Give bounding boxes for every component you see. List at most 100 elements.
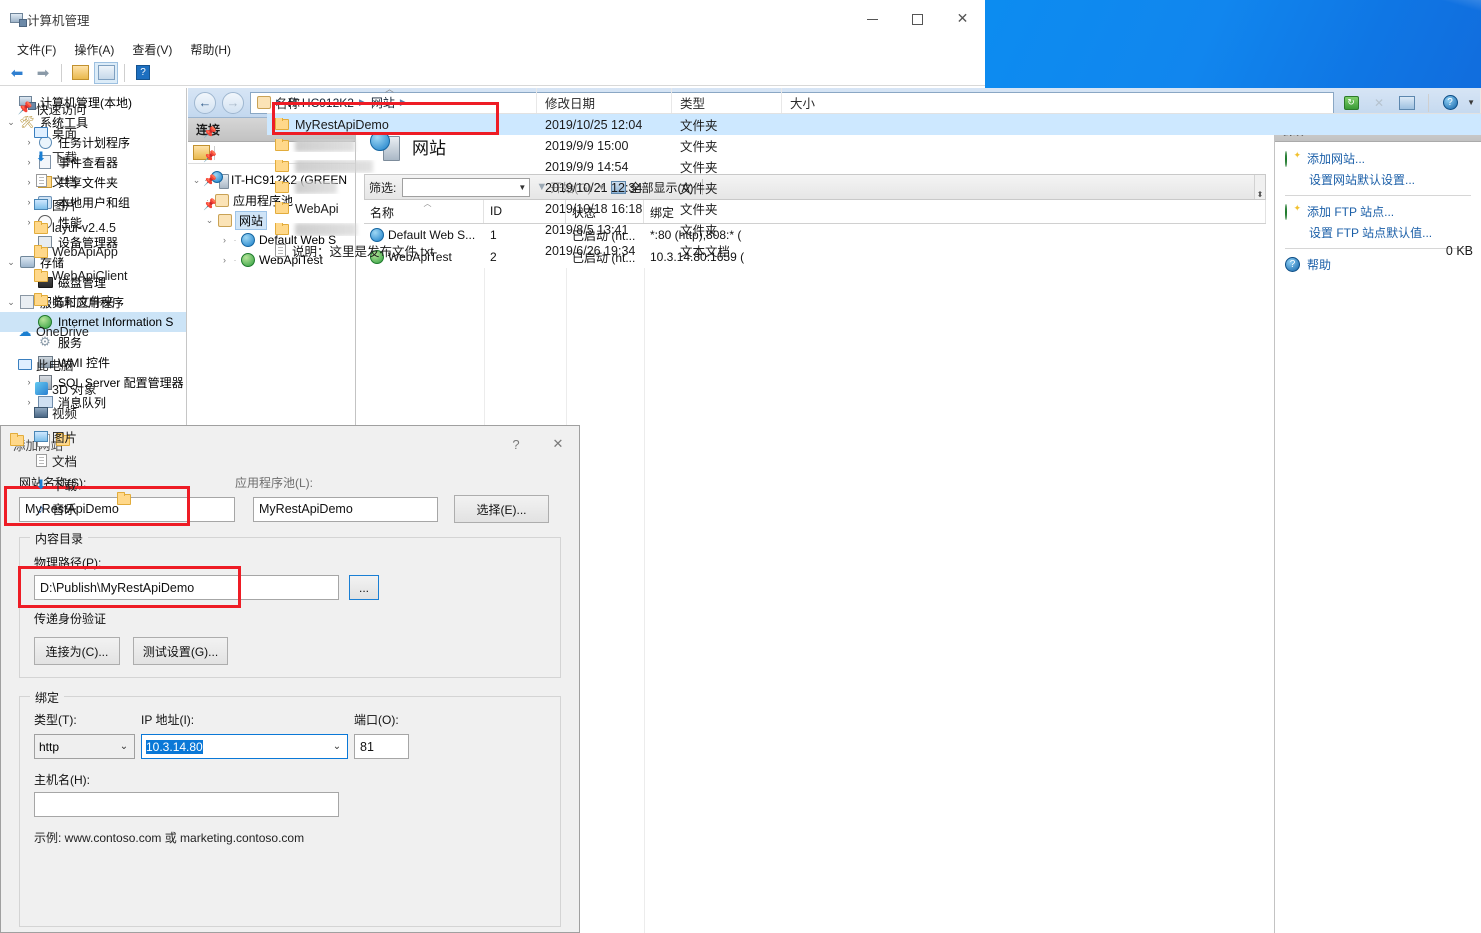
table-row[interactable]: MyRestApiDemo 2019/10/25 12:04 文件夹	[267, 102, 1481, 135]
column-header-date[interactable]: 修改日期	[537, 88, 672, 113]
file-list-header: ︿ 名称 修改日期 类型 大小	[267, 84, 1481, 114]
help-button[interactable]: ?	[131, 62, 155, 84]
column-header-size[interactable]: 大小	[782, 88, 1481, 113]
nav-item-label: 文档	[52, 454, 78, 469]
minimize-icon	[867, 18, 878, 20]
show-hide-console-tree-button[interactable]	[94, 61, 118, 84]
nav-item-label: 临时文件夹	[52, 294, 115, 309]
nav-item-label: 下载	[52, 150, 78, 165]
column-header-type[interactable]: 类型	[672, 88, 782, 113]
pin-icon[interactable]: 📌	[203, 174, 217, 187]
column-header-label: 修改日期	[545, 97, 596, 111]
music-icon: ♪	[37, 500, 45, 516]
sort-ascending-icon: ︿	[385, 84, 395, 94]
nav-item-documents[interactable]: 文档 📌	[0, 168, 267, 192]
table-row[interactable]: 2019/9/9 14:54 文件夹	[267, 156, 1481, 177]
file-name: MyRestApiDemo	[295, 117, 389, 132]
menu-bar: 文件(F) 操作(A) 查看(V) 帮助(H)	[0, 38, 985, 60]
table-row[interactable]: 2019/8/5 13:41 文件夹	[267, 219, 1481, 240]
menu-view[interactable]: 查看(V)	[123, 39, 181, 60]
folder-icon	[275, 223, 289, 235]
nav-item-temp-folder[interactable]: 临时文件夹	[0, 288, 267, 312]
nav-item-3d-objects[interactable]: 3D 对象	[0, 376, 267, 400]
nav-item-layui[interactable]: layui-v2.4.5	[0, 216, 267, 240]
close-button[interactable]: ✕	[940, 0, 985, 38]
3d-objects-icon	[30, 381, 52, 395]
nav-item-downloads-pc[interactable]: ⬇ 下载	[0, 472, 267, 496]
quick-access-icon: 📌	[17, 101, 33, 115]
nav-item-label: layui-v2.4.5	[52, 221, 116, 235]
nav-item-label: 下载	[52, 478, 78, 493]
back-arrow-icon: ⬅	[10, 64, 24, 82]
folder-icon	[275, 181, 289, 193]
folder-icon	[30, 220, 52, 234]
menu-help[interactable]: 帮助(H)	[181, 39, 240, 60]
nav-item-downloads[interactable]: ⬇ 下载 📌	[0, 144, 267, 168]
menu-file[interactable]: 文件(F)	[8, 39, 65, 60]
redacted-file-name	[295, 181, 337, 194]
pin-icon[interactable]: 📌	[203, 198, 217, 211]
nav-item-pictures-pc[interactable]: 图片	[0, 424, 267, 448]
maximize-icon	[912, 13, 923, 25]
maximize-button[interactable]	[895, 0, 940, 38]
close-icon: ✕	[956, 11, 969, 27]
window-title: 计算机管理	[27, 13, 90, 28]
redacted-file-name	[295, 160, 373, 173]
computer-management-icon	[10, 12, 27, 27]
forward-arrow-icon: ➡	[36, 64, 50, 82]
nav-item-webapiclient[interactable]: WebApiClient	[0, 264, 267, 288]
file-name: 说明：这里是发布文件.txt	[292, 245, 434, 259]
pin-icon[interactable]: 📌	[203, 150, 217, 163]
minimize-button[interactable]	[850, 0, 895, 38]
folder-icon	[30, 268, 52, 282]
videos-icon	[30, 406, 52, 418]
nav-item-label: WebApiApp	[52, 245, 118, 259]
column-header-label: 类型	[680, 97, 706, 111]
computer-management-toolbar: ⬅ ➡ ?	[0, 60, 985, 86]
console-tree-icon	[97, 65, 115, 80]
table-row[interactable]: 说明：这里是发布文件.txt 2019/6/26 19:34 文本文档 0 KB	[267, 240, 1481, 261]
nav-item-onedrive[interactable]: ☁ OneDrive	[0, 320, 267, 344]
nav-item-webapiapp[interactable]: WebApiApp	[0, 240, 267, 264]
file-type: 文件夹	[680, 182, 718, 196]
this-pc-icon	[14, 358, 36, 370]
table-row[interactable]: WebApi 2019/10/18 16:18 文件夹	[267, 198, 1481, 219]
table-row[interactable]: 2019/9/9 15:00 文件夹	[267, 135, 1481, 156]
nav-item-desktop[interactable]: 桌面 📌	[0, 120, 267, 144]
nav-item-label: 3D 对象	[52, 382, 97, 397]
column-header-label: 名称	[275, 97, 301, 111]
nav-item-music[interactable]: ♪ 音乐	[0, 496, 267, 520]
nav-item-quick-access[interactable]: 📌 快速访问	[0, 96, 267, 120]
menu-action[interactable]: 操作(A)	[65, 39, 123, 60]
back-button[interactable]: ⬅	[5, 62, 29, 84]
forward-button[interactable]: ➡	[31, 62, 55, 84]
nav-item-label: 音乐	[52, 502, 78, 517]
file-name: WebApi	[295, 201, 339, 216]
file-date: 2019/8/5 13:41	[545, 222, 629, 237]
file-date: 2019/9/9 15:00	[545, 138, 629, 153]
pictures-icon	[30, 198, 52, 210]
toolbar-separator	[61, 63, 62, 82]
nav-item-documents-pc[interactable]: 文档	[0, 448, 267, 472]
properties-button[interactable]	[68, 62, 92, 84]
nav-item-pictures[interactable]: 图片 📌	[0, 192, 267, 216]
nav-item-videos[interactable]: 视频	[0, 400, 267, 424]
nav-item-label: OneDrive	[36, 325, 89, 339]
file-type: 文件夹	[680, 140, 718, 154]
text-file-icon	[275, 244, 286, 257]
nav-item-this-pc[interactable]: 此电脑	[0, 352, 267, 376]
nav-item-label: 图片	[52, 430, 78, 445]
folder-icon	[275, 117, 289, 130]
file-type: 文件夹	[680, 161, 718, 175]
explorer-file-list: ︿ 名称 修改日期 类型 大小 MyRestApiDemo 2019/10/25…	[267, 84, 1481, 933]
file-date: 2019/10/25 12:04	[545, 117, 643, 132]
properties-icon	[71, 65, 89, 80]
help-icon: ?	[136, 65, 150, 80]
column-header-name[interactable]: ︿ 名称	[267, 84, 537, 113]
computer-management-titlebar: 计算机管理 ✕	[0, 0, 985, 38]
documents-icon	[30, 453, 52, 467]
table-row[interactable]: 2019/10/21 12:34 文件夹	[267, 177, 1481, 198]
pin-icon[interactable]: 📌	[203, 126, 217, 139]
nav-item-label: WebApiClient	[52, 269, 128, 283]
file-size: 0 KB	[1445, 243, 1473, 258]
